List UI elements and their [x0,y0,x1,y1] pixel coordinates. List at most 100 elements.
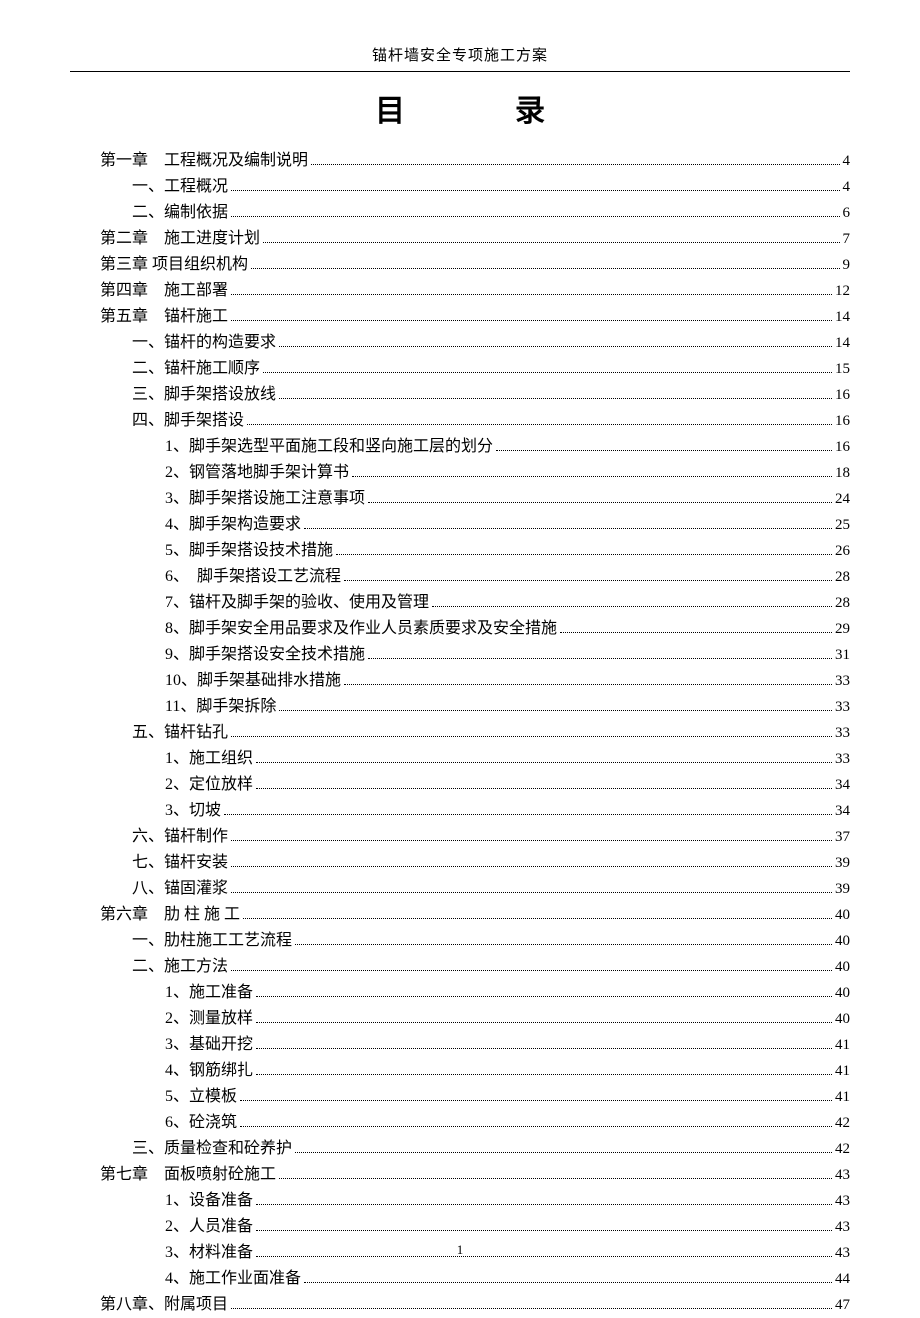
toc-leader-dots [224,814,832,815]
toc-entry-page: 41 [835,1059,850,1084]
toc-entry[interactable]: 一、锚杆的构造要求 14 [70,330,850,356]
toc-leader-dots [496,450,832,451]
toc-entry-page: 14 [835,305,850,330]
toc-entry-text: 一、锚杆的构造要求 [132,330,276,355]
toc-entry-text: 二、施工方法 [132,954,228,979]
toc-entry[interactable]: 6、砼浇筑42 [70,1110,850,1136]
toc-entry[interactable]: 7、锚杆及脚手架的验收、使用及管理28 [70,590,850,616]
toc-entry-page: 9 [843,253,851,278]
toc-entry[interactable]: 第六章 肋 柱 施 工40 [70,902,850,928]
toc-leader-dots [231,294,832,295]
toc-entry[interactable]: 第五章 锚杆施工14 [70,304,850,330]
toc-leader-dots [256,1204,832,1205]
toc-leader-dots [231,190,839,191]
toc-entry-page: 43 [835,1163,850,1188]
toc-entry-text: 2、定位放样 [165,772,253,797]
toc-entry-text: 9、脚手架搭设安全技术措施 [165,642,365,667]
toc-entry[interactable]: 3、基础开挖 41 [70,1032,850,1058]
toc-entry-text: 八、锚固灌浆 [132,876,228,901]
toc-entry[interactable]: 一、肋柱施工工艺流程40 [70,928,850,954]
toc-entry[interactable]: 第四章 施工部署12 [70,278,850,304]
toc-entry[interactable]: 8、脚手架安全用品要求及作业人员素质要求及安全措施29 [70,616,850,642]
toc-entry-page: 37 [835,825,850,850]
toc-entry-text: 第二章 施工进度计划 [100,226,260,251]
toc-leader-dots [368,502,832,503]
toc-entry[interactable]: 2、人员准备43 [70,1214,850,1240]
toc-entry-page: 40 [835,955,850,980]
toc-entry-text: 三、质量检查和砼养护 [132,1136,292,1161]
toc-entry[interactable]: 二、锚杆施工顺序15 [70,356,850,382]
toc-entry-page: 40 [835,929,850,954]
toc-entry[interactable]: 10、脚手架基础排水措施 33 [70,668,850,694]
toc-heading: 目 录 [70,86,850,130]
toc-leader-dots [256,1074,832,1075]
toc-entry[interactable]: 四、脚手架搭设16 [70,408,850,434]
toc-leader-dots [256,1048,832,1049]
toc-entry[interactable]: 5、立模板41 [70,1084,850,1110]
toc-entry[interactable]: 五、锚杆钻孔33 [70,720,850,746]
toc-entry-page: 14 [835,331,850,356]
toc-entry[interactable]: 三、质量检查和砼养护42 [70,1136,850,1162]
toc-entry[interactable]: 第三章 项目组织机构 9 [70,252,850,278]
document-header: 锚杆墙安全专项施工方案 [70,44,850,72]
toc-entry[interactable]: 3、脚手架搭设施工注意事项24 [70,486,850,512]
toc-entry[interactable]: 第七章 面板喷射砼施工43 [70,1162,850,1188]
toc-leader-dots [256,996,832,997]
toc-entry-text: 四、脚手架搭设 [132,408,244,433]
toc-entry[interactable]: 一、工程概况4 [70,174,850,200]
toc-entry[interactable]: 八、锚固灌浆39 [70,876,850,902]
toc-entry-text: 3、基础开挖 [165,1032,253,1057]
toc-entry-page: 41 [835,1085,850,1110]
toc-entry[interactable]: 1、脚手架选型平面施工段和竖向施工层的划分16 [70,434,850,460]
toc-entry[interactable]: 2、测量放样 40 [70,1006,850,1032]
toc-entry[interactable]: 1、施工准备40 [70,980,850,1006]
toc-entry[interactable]: 9、脚手架搭设安全技术措施31 [70,642,850,668]
toc-entry-text: 1、设备准备 [165,1188,253,1213]
toc-entry-page: 12 [835,279,850,304]
toc-entry-text: 一、工程概况 [132,174,228,199]
toc-leader-dots [432,606,832,607]
toc-entry[interactable]: 七、锚杆安装39 [70,850,850,876]
toc-entry-text: 第三章 项目组织机构 [100,252,248,277]
toc-leader-dots [243,918,832,919]
toc-entry[interactable]: 二、施工方法 40 [70,954,850,980]
toc-entry[interactable]: 三、脚手架搭设放线16 [70,382,850,408]
toc-entry[interactable]: 4、脚手架构造要求25 [70,512,850,538]
toc-entry[interactable]: 5、脚手架搭设技术措施26 [70,538,850,564]
toc-entry[interactable]: 4、钢筋绑扎 41 [70,1058,850,1084]
toc-entry-text: 六、锚杆制作 [132,824,228,849]
toc-leader-dots [304,528,832,529]
toc-entry-page: 41 [835,1033,850,1058]
toc-entry-text: 2、测量放样 [165,1006,253,1031]
toc-entry[interactable]: 第一章 工程概况及编制说明4 [70,148,850,174]
toc-entry[interactable]: 第八章、附属项目47 [70,1292,850,1318]
toc-entry[interactable]: 1、施工组织33 [70,746,850,772]
toc-entry-page: 40 [835,1007,850,1032]
toc-entry-text: 4、钢筋绑扎 [165,1058,253,1083]
toc-entry-text: 7、锚杆及脚手架的验收、使用及管理 [165,590,429,615]
toc-entry-text: 二、锚杆施工顺序 [132,356,260,381]
toc-entry[interactable]: 2、定位放样34 [70,772,850,798]
toc-entry[interactable]: 1、设备准备43 [70,1188,850,1214]
toc-entry[interactable]: 11、脚手架拆除33 [70,694,850,720]
toc-leader-dots [344,684,832,685]
toc-entry[interactable]: 4、施工作业面准备44 [70,1266,850,1292]
toc-entry-page: 33 [835,669,850,694]
toc-entry[interactable]: 6、 脚手架搭设工艺流程28 [70,564,850,590]
toc-entry[interactable]: 3、切坡34 [70,798,850,824]
toc-entry-page: 47 [835,1293,850,1318]
toc-entry-text: 五、锚杆钻孔 [132,720,228,745]
toc-entry-page: 44 [835,1267,850,1292]
toc-entry-text: 三、脚手架搭设放线 [132,382,276,407]
toc-entry-text: 二、编制依据 [132,200,228,225]
toc-leader-dots [240,1100,832,1101]
toc-entry-text: 2、钢管落地脚手架计算书 [165,460,349,485]
toc-entry-text: 5、脚手架搭设技术措施 [165,538,333,563]
toc-entry[interactable]: 2、钢管落地脚手架计算书18 [70,460,850,486]
toc-leader-dots [256,1230,832,1231]
toc-entry[interactable]: 二、编制依据6 [70,200,850,226]
toc-entry-text: 10、脚手架基础排水措施 [165,668,341,693]
toc-list: 第一章 工程概况及编制说明4一、工程概况4二、编制依据6第二章 施工进度计划7第… [70,148,850,1318]
toc-entry[interactable]: 六、锚杆制作 37 [70,824,850,850]
toc-entry[interactable]: 第二章 施工进度计划7 [70,226,850,252]
